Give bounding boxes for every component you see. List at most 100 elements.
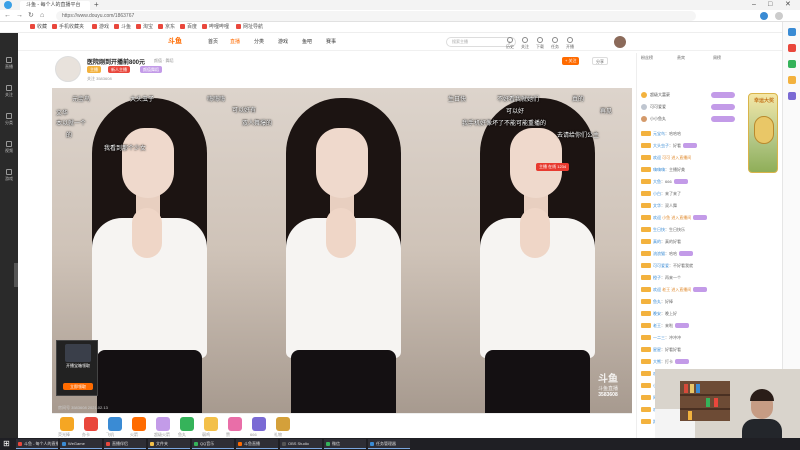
chat-username[interactable]: 欢迎 [653, 215, 661, 220]
chat-username[interactable]: 文华 [653, 203, 661, 208]
taskbar-app[interactable]: 任务管理器 [368, 439, 410, 449]
chat-username[interactable]: 大熊 [653, 359, 661, 364]
taskbar-app[interactable]: 文件夹 [148, 439, 190, 449]
taskbar-app[interactable]: QQ音乐 [192, 439, 234, 449]
home-icon[interactable]: ⌂ [40, 11, 44, 21]
chat-username[interactable]: 小白 [653, 191, 661, 196]
lucky-prize-card[interactable]: 幸运大奖 [748, 93, 778, 173]
chat-message[interactable]: 晚安：晚上好 [641, 309, 745, 318]
chat-username[interactable]: 可可爱爱 [653, 263, 669, 268]
chat-message[interactable]: 欢迎 老王 进入直播间 [641, 285, 745, 294]
bookmark-item[interactable]: 斗鱼 [114, 22, 131, 33]
chat-message[interactable]: 真的：真的好看 [641, 237, 745, 246]
chat-username[interactable]: 鱼丸 [653, 299, 661, 304]
chat-username[interactable]: 大鱼 [653, 179, 661, 184]
bookmark-item[interactable]: 百度 [180, 22, 197, 33]
chat-message[interactable]: 橙子：再来一个 [641, 273, 745, 282]
chat-username[interactable]: 老王 [653, 323, 661, 328]
chat-message[interactable]: 星星：好看好看 [641, 345, 745, 354]
gift-icon[interactable] [180, 417, 194, 431]
sidebar-collapse-handle[interactable] [14, 263, 18, 287]
gift-icon[interactable] [60, 417, 74, 431]
maximize-icon[interactable]: □ [768, 0, 772, 10]
chat-username[interactable]: 大头虫子 [653, 143, 669, 148]
gift-icon[interactable] [84, 417, 98, 431]
minimize-icon[interactable]: – [752, 0, 756, 10]
promo-card[interactable]: 开播宝箱领取 立即领取 [56, 340, 98, 396]
chat-message[interactable]: 嗨嗨嗨：主播好美 [641, 165, 745, 174]
chat-message[interactable]: 欢迎 小鱼 进入直播间 [641, 213, 745, 222]
new-tab-icon[interactable]: + [94, 1, 99, 9]
chat-message[interactable]: 一二三：冲冲冲 [641, 333, 745, 342]
nav-game[interactable]: 游戏 [278, 33, 288, 51]
chat-username[interactable]: 元宝鸟 [653, 131, 665, 136]
windows-start-icon[interactable]: ⊞ [3, 440, 10, 448]
follow-button[interactable]: + 关注 [562, 57, 580, 65]
site-logo[interactable]: 斗鱼 [168, 37, 192, 47]
gift-icon[interactable] [156, 417, 170, 431]
browser-tab[interactable]: 斗鱼 - 每个人的直播平台 [20, 1, 90, 10]
nav-category[interactable]: 分类 [254, 33, 264, 51]
header-broadcast[interactable]: 开播 [563, 37, 577, 49]
bookmark-item[interactable]: 哔哩哔哩 [202, 22, 229, 33]
close-icon[interactable]: ✕ [785, 0, 791, 10]
menu-icon[interactable] [775, 12, 783, 20]
sidebar-item-game[interactable]: 游戏 [0, 169, 18, 182]
sidebar-item-live[interactable]: 直播 [0, 57, 18, 70]
gift-icon[interactable] [108, 417, 122, 431]
taskbar-app[interactable]: 直播伴侣 [104, 439, 146, 449]
taskbar-app[interactable]: OBS Studio [280, 439, 322, 449]
sidebar-item-video[interactable]: 视频 [0, 141, 18, 154]
taskbar-app[interactable]: 微信 [324, 439, 366, 449]
tab-weekly[interactable]: 周榜 [713, 55, 721, 61]
bookmark-item[interactable]: 游戏 [92, 22, 109, 33]
header-download[interactable]: 下载 [533, 37, 547, 49]
back-icon[interactable]: ← [4, 11, 11, 21]
rank-row[interactable]: 超级大富豪 [641, 91, 741, 99]
chat-username[interactable]: 欢迎 [653, 287, 661, 292]
sidebar-item-follow[interactable]: 关注 [0, 85, 18, 98]
chat-message[interactable]: 大熊：打卡 [641, 357, 745, 366]
gift-icon[interactable] [204, 417, 218, 431]
chat-username[interactable]: 欢迎 [653, 155, 661, 160]
gift-icon[interactable] [132, 417, 146, 431]
tab-vip[interactable]: 贵宾 [677, 55, 685, 61]
chat-message[interactable]: 大鱼：666 [641, 177, 745, 186]
bookmark-item[interactable]: 手机收藏夹 [52, 22, 84, 33]
chat-username[interactable]: 橙子 [653, 275, 661, 280]
chat-message[interactable]: 大头虫子：好看 [641, 141, 745, 150]
nav-home[interactable]: 首页 [208, 33, 218, 51]
forward-icon[interactable]: → [16, 11, 23, 21]
sidebar-app-icon[interactable] [788, 44, 796, 52]
rank-row[interactable]: 可可爱爱 [641, 103, 741, 111]
taskbar-app[interactable]: 斗鱼 - 每个人的直播 [16, 439, 58, 449]
sidebar-app-icon[interactable] [788, 76, 796, 84]
rank-row[interactable]: 小小鱼丸 [641, 115, 741, 123]
nav-yuba[interactable]: 鱼吧 [302, 33, 312, 51]
chat-message[interactable]: 老王：来啦 [641, 321, 745, 330]
bookmark-item[interactable]: 网址导航 [236, 22, 263, 33]
bookmark-item[interactable]: 收藏 [30, 22, 47, 33]
chat-username[interactable]: 一二三 [653, 335, 665, 340]
sidebar-app-icon[interactable] [788, 60, 796, 68]
bookmark-item[interactable]: 淘宝 [136, 22, 153, 33]
chat-message[interactable]: 小白：来了来了 [641, 189, 745, 198]
gift-icon[interactable] [252, 417, 266, 431]
chat-message[interactable]: 欢迎 可可 进入直播间 [641, 153, 745, 162]
chat-message[interactable]: 文华：双人舞 [641, 201, 745, 210]
chat-username[interactable]: 嗨嗨嗨 [653, 167, 665, 172]
chat-message[interactable]: 流浪猫：哈哈 [641, 249, 745, 258]
chat-username[interactable]: 流浪猫 [653, 251, 665, 256]
extension-icon[interactable] [760, 12, 768, 20]
sidebar-app-icon[interactable] [788, 28, 796, 36]
chat-username[interactable]: 真的 [653, 239, 661, 244]
chat-username[interactable]: 生日快 [653, 227, 665, 232]
gift-icon[interactable] [228, 417, 242, 431]
video-player[interactable]: 元宝鸟 大头虫子 嗨嗨嗨 文华 可以好有 本以就一个 双人舞爆的的我看到那个少女 生日快 不好看… [52, 88, 632, 413]
room-category[interactable]: 颜值 · 舞蹈 [154, 58, 174, 64]
sidebar-app-icon[interactable] [788, 92, 796, 100]
header-history[interactable]: 历史 [503, 37, 517, 49]
url-input[interactable]: https://www.douyu.com/1863767 [56, 11, 696, 21]
chat-username[interactable]: 星星 [653, 347, 661, 352]
streamer-avatar[interactable] [55, 56, 81, 82]
